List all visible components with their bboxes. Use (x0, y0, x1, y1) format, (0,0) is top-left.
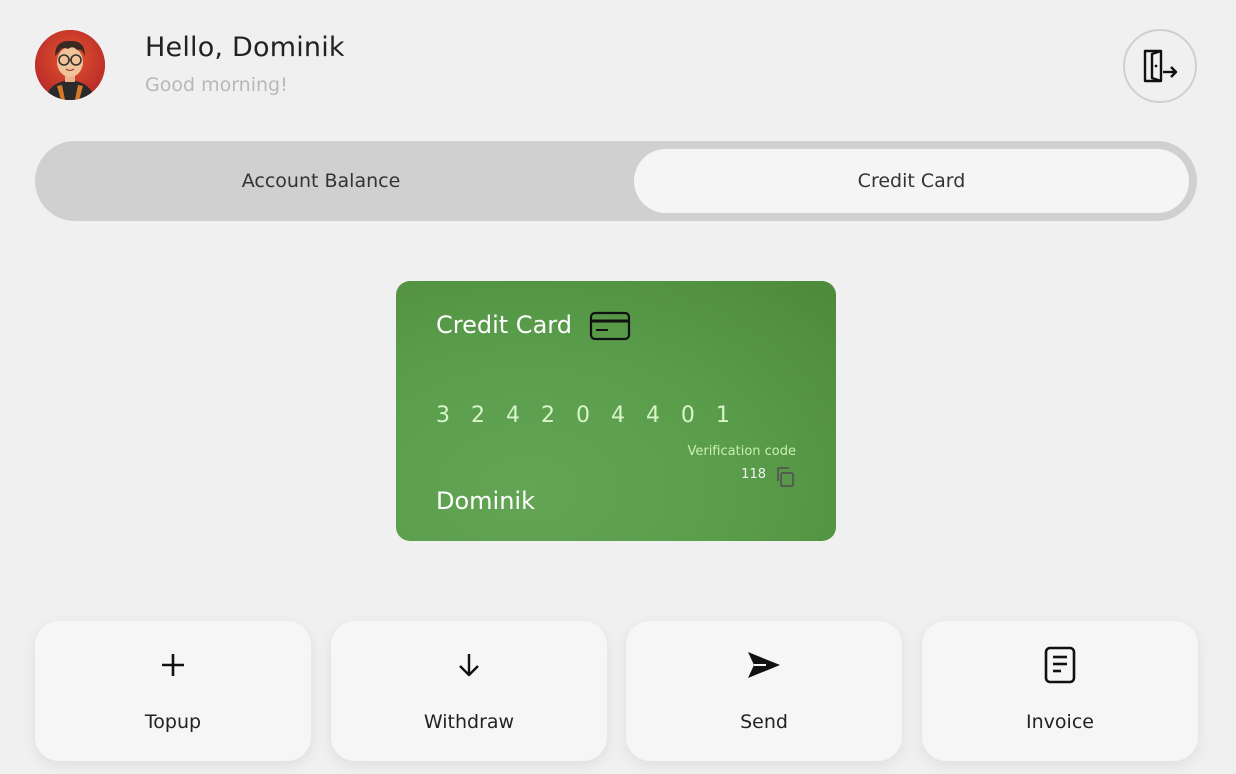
topup-button[interactable]: Topup (35, 621, 311, 761)
greeting-subtitle: Good morning! (145, 74, 288, 96)
credit-card-icon (589, 311, 631, 341)
arrow-down-icon (449, 645, 489, 685)
send-button[interactable]: Send (626, 621, 902, 761)
copy-icon[interactable] (774, 466, 796, 488)
avatar[interactable] (35, 30, 105, 100)
logout-door-icon (1143, 49, 1178, 83)
tab-credit-card[interactable]: Credit Card (634, 149, 1189, 213)
action-bar: Topup Withdraw Send Invoice (35, 621, 1198, 761)
card-holder-name: Dominik (436, 487, 535, 515)
invoice-label: Invoice (1026, 711, 1094, 733)
plus-icon (153, 645, 193, 685)
withdraw-label: Withdraw (423, 711, 515, 733)
invoice-icon (1040, 645, 1080, 685)
logout-button[interactable] (1123, 29, 1197, 103)
header: Hello, Dominik Good morning! (0, 0, 1236, 130)
send-icon (744, 645, 784, 685)
send-label: Send (740, 711, 788, 733)
withdraw-button[interactable]: Withdraw (331, 621, 607, 761)
verification-code-label: Verification code (687, 444, 796, 459)
verification-code-value: 118 (741, 467, 766, 482)
tab-bar: Account Balance Credit Card (35, 141, 1197, 221)
card-number: 3 2 4 2 0 4 4 0 1 (436, 403, 737, 428)
greeting-title: Hello, Dominik (145, 32, 345, 63)
card-title: Credit Card (436, 311, 572, 339)
topup-label: Topup (144, 711, 202, 733)
avatar-illustration (35, 30, 105, 100)
invoice-button[interactable]: Invoice (922, 621, 1198, 761)
tab-account-balance[interactable]: Account Balance (41, 149, 601, 213)
credit-card: Credit Card 3 2 4 2 0 4 4 0 1 Verificati… (396, 281, 836, 541)
